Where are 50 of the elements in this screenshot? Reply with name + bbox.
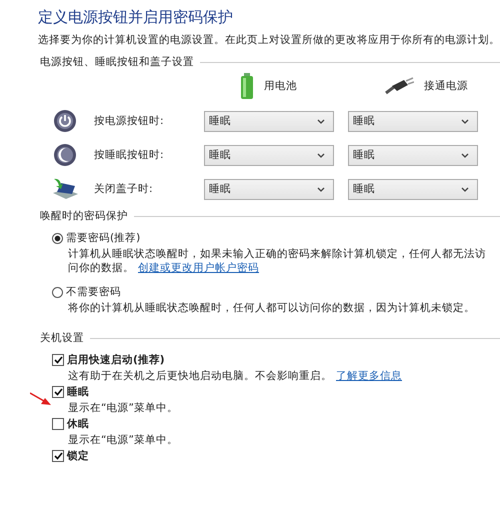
dropdown[interactable]: 睡眠 [348,110,478,132]
checkbox-label: 休眠 [67,417,89,431]
battery-icon [240,73,254,99]
section-heading: 关机设置 [40,331,84,345]
intro-text: 选择要为你的计算机设置的电源设置。在此页上对设置所做的更改将应用于你所有的电源计划。 [38,33,500,47]
dropdown[interactable]: 睡眠 [348,144,478,166]
dropdown[interactable]: 睡眠 [204,110,334,132]
chevron-icon [317,152,325,158]
moon-icon [53,143,77,167]
checkbox[interactable] [52,418,64,430]
section-heading: 电源按钮、睡眠按钮和盖子设置 [40,55,194,69]
option-label: 不需要密码 [66,285,121,299]
chevron-icon [317,118,325,124]
row-label: 按睡眠按钮时: [94,148,165,162]
chevron-icon [461,118,469,124]
item-description: 显示在“电源”菜单中。 [68,401,179,415]
power-icon [53,109,77,133]
radio-button[interactable] [52,286,63,298]
item-description: 显示在“电源”菜单中。 [68,433,179,447]
check-icon [54,388,62,396]
item-description: 这有助于在关机之后更快地启动电脑。不会影响重启。 了解更多信息 [68,369,403,383]
dropdown[interactable]: 睡眠 [204,144,334,166]
pointer-arrow [30,392,52,406]
section-heading: 唤醒时的密码保护 [40,209,128,223]
option-label: 需要密码(推荐) [66,231,140,245]
column-label: 用电池 [264,79,297,93]
radio-button[interactable] [52,232,63,244]
chevron-icon [317,186,325,192]
option-description: 计算机从睡眠状态唤醒时，如果未输入正确的密码来解除计算机锁定，任何人都无法访问你的数据。 创建或更改用户帐户密码 [68,247,487,275]
dropdown[interactable]: 睡眠 [348,178,478,200]
option-description: 将你的计算机从睡眠状态唤醒时，任何人都可以访问你的数据，因为计算机未锁定。 [68,301,476,315]
checkbox[interactable] [52,450,64,462]
page-title: 定义电源按钮并启用密码保护 [38,8,234,27]
chevron-icon [461,186,469,192]
check-icon [54,452,62,460]
checkbox-label: 启用快速启动(推荐) [67,353,165,367]
laptop-icon [51,177,79,201]
checkbox-label: 锁定 [67,449,89,463]
row-label: 按电源按钮时: [94,114,165,128]
checkbox[interactable] [52,354,64,366]
checkbox[interactable] [52,386,64,398]
column-label: 接通电源 [424,79,468,93]
plug-icon [384,77,414,95]
checkbox-label: 睡眠 [67,385,89,399]
chevron-icon [461,152,469,158]
link[interactable]: 了解更多信息 [336,370,402,382]
dropdown[interactable]: 睡眠 [204,178,334,200]
row-label: 关闭盖子时: [94,182,154,196]
link[interactable]: 创建或更改用户帐户密码 [138,262,259,274]
check-icon [54,356,62,364]
